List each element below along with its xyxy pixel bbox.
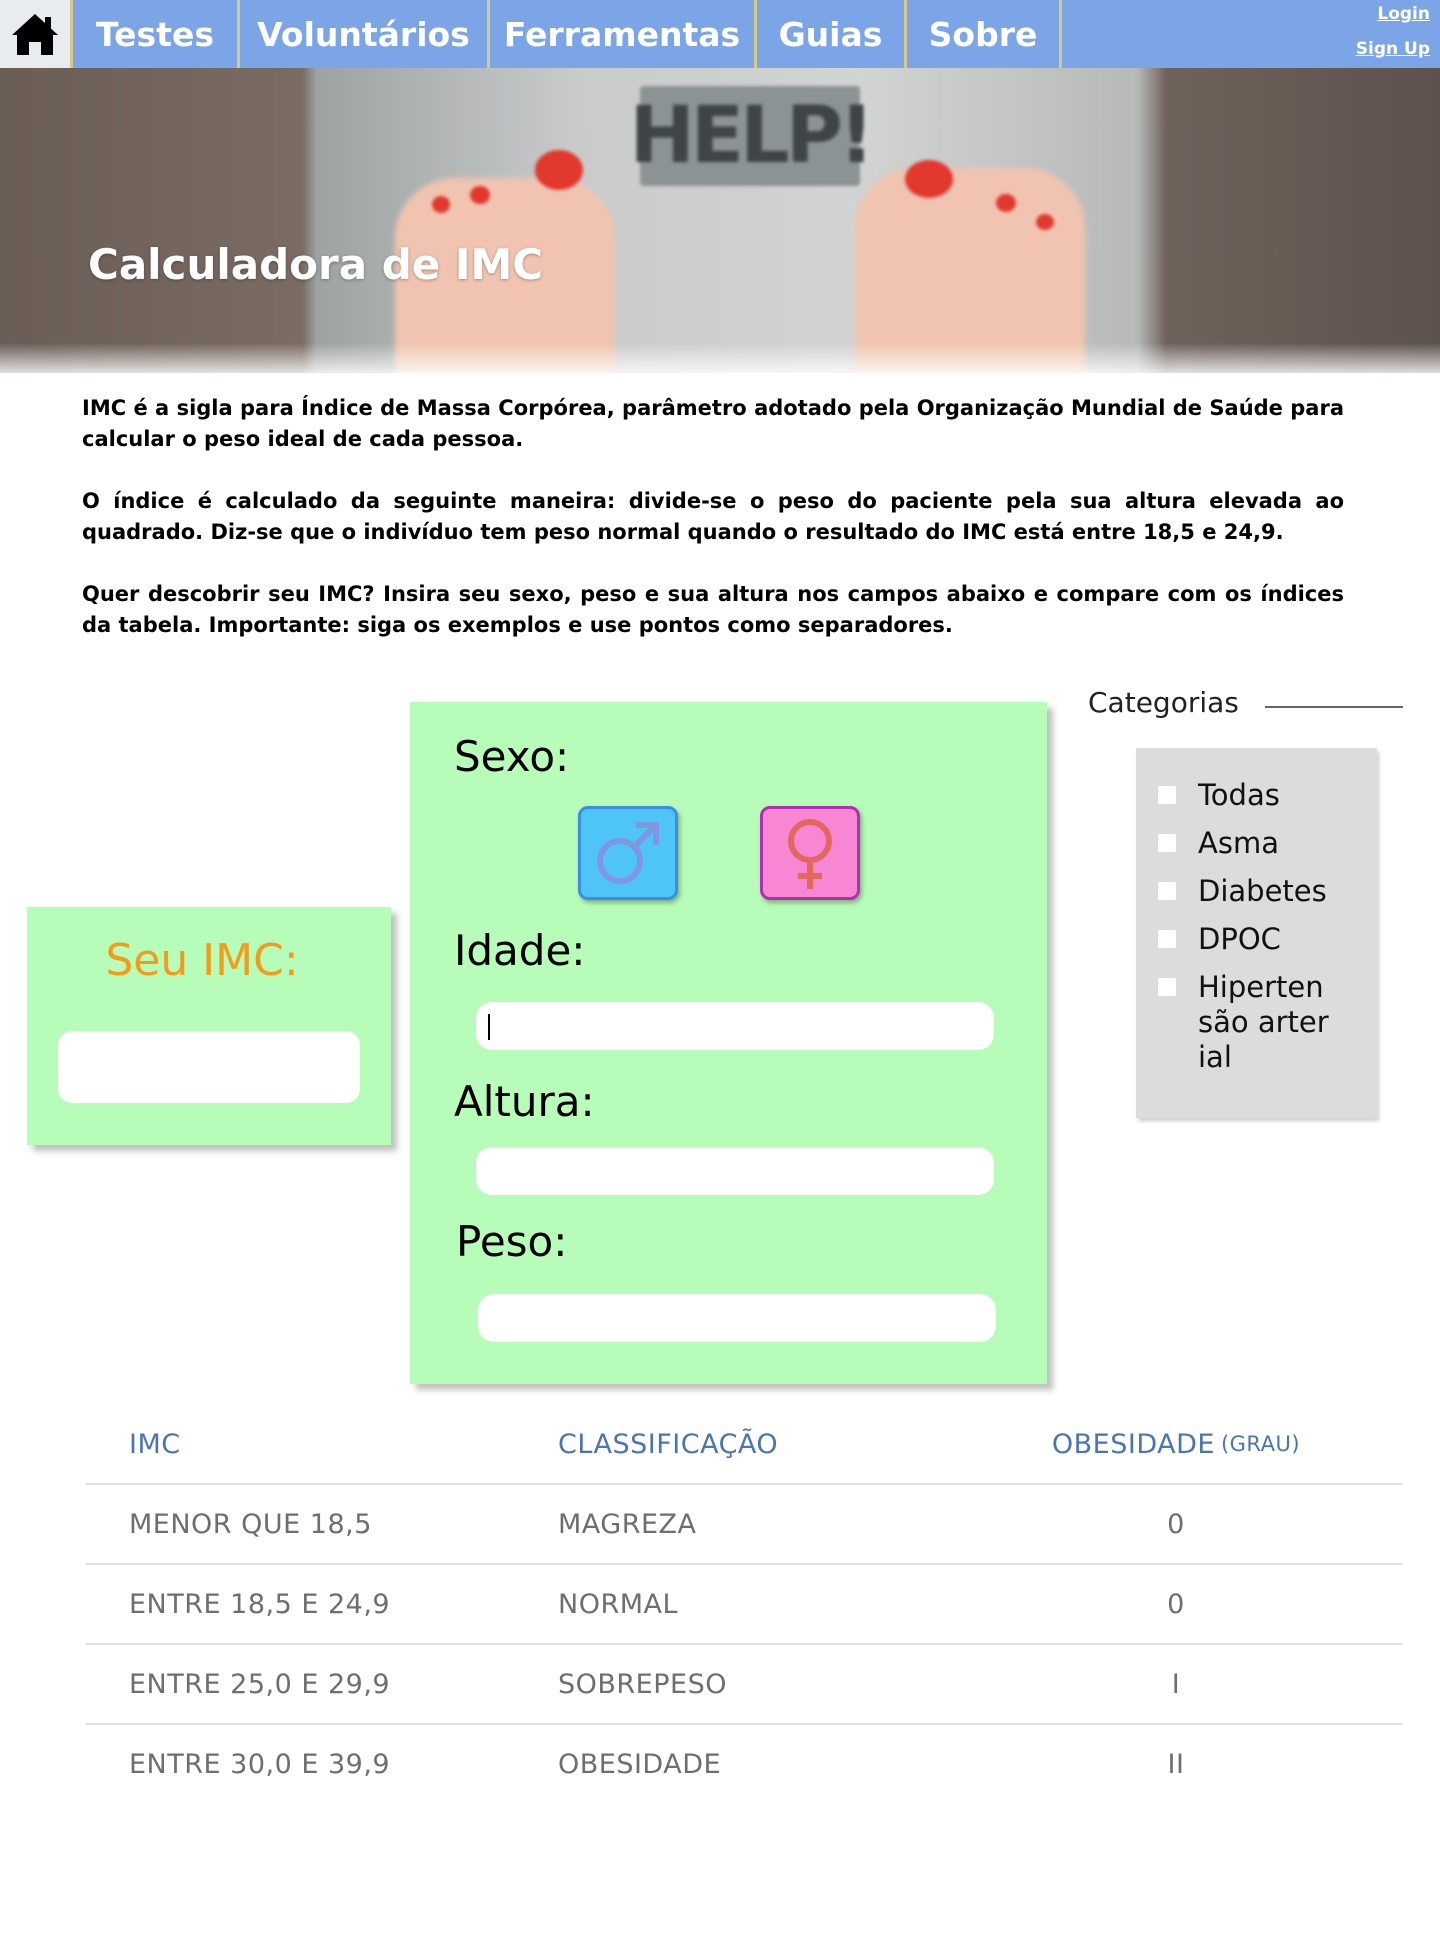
nav-item-ferramentas[interactable]: Ferramentas xyxy=(490,0,757,68)
category-label: Asma xyxy=(1198,826,1279,860)
age-label: Idade: xyxy=(454,926,586,975)
category-item-asma[interactable]: Asma xyxy=(1158,826,1348,861)
nav-label: Ferramentas xyxy=(503,14,741,54)
nav-item-voluntarios[interactable]: Voluntários xyxy=(240,0,490,68)
cell-classificacao: NORMAL xyxy=(558,1588,679,1620)
checkbox[interactable] xyxy=(1158,930,1176,948)
login-link[interactable]: Login xyxy=(1377,4,1430,24)
male-button[interactable] xyxy=(578,806,678,900)
cell-grau: 0 xyxy=(1167,1508,1185,1540)
cell-imc: ENTRE 18,5 E 24,9 xyxy=(129,1588,391,1620)
table-row: ENTRE 25,0 E 29,9 SOBREPESO I xyxy=(86,1645,1402,1725)
nav-label: Testes xyxy=(96,14,214,54)
table-row: ENTRE 18,5 E 24,9 NORMAL 0 xyxy=(86,1565,1402,1645)
category-item-hipertensao[interactable]: Hipertensão arterial xyxy=(1158,970,1333,1075)
toenail xyxy=(1036,214,1054,230)
cell-imc: ENTRE 25,0 E 29,9 xyxy=(129,1668,391,1700)
category-label: Hipertensão arterial xyxy=(1198,970,1329,1074)
cell-grau: I xyxy=(1171,1668,1181,1700)
category-label: DPOC xyxy=(1198,922,1281,956)
toenail xyxy=(905,160,953,198)
checkbox[interactable] xyxy=(1158,978,1176,996)
header-obesidade: OBESIDADE (GRAU) xyxy=(1046,1405,1306,1483)
female-button[interactable] xyxy=(760,806,860,900)
height-label: Altura: xyxy=(454,1077,595,1126)
nav-label: Sobre xyxy=(928,14,1038,54)
nav-label: Guias xyxy=(778,14,883,54)
nav-item-testes[interactable]: Testes xyxy=(73,0,240,68)
age-input[interactable] xyxy=(476,1002,994,1050)
cell-classificacao: SOBREPESO xyxy=(558,1668,727,1700)
cell-imc: ENTRE 30,0 E 39,9 xyxy=(129,1748,391,1780)
hero-fade xyxy=(0,343,1440,373)
result-value-field xyxy=(58,1031,360,1103)
checkbox[interactable] xyxy=(1158,786,1176,804)
nav-item-sobre[interactable]: Sobre xyxy=(907,0,1062,68)
categories-heading: Categorias xyxy=(1088,686,1239,719)
height-input[interactable] xyxy=(476,1147,994,1195)
category-item-todas[interactable]: Todas xyxy=(1158,778,1348,813)
signup-link[interactable]: Sign Up xyxy=(1356,39,1430,59)
nav-label: Voluntários xyxy=(257,14,470,54)
toenail xyxy=(535,150,583,190)
header-classificacao: CLASSIFICAÇÃO xyxy=(558,1428,779,1460)
bmi-calculator-form: Sexo: Idade: Altura: Peso: xyxy=(410,702,1047,1384)
weight-label: Peso: xyxy=(456,1217,568,1266)
categories-filter: Todas Asma Diabetes DPOC Hipertensão art… xyxy=(1136,748,1377,1118)
weight-input[interactable] xyxy=(478,1294,996,1342)
female-symbol-icon xyxy=(788,819,832,889)
sex-label: Sexo: xyxy=(454,732,570,781)
home-icon xyxy=(12,14,58,55)
category-item-diabetes[interactable]: Diabetes xyxy=(1158,874,1348,909)
header-grau-label: (GRAU) xyxy=(1220,1432,1301,1456)
checkbox[interactable] xyxy=(1158,834,1176,852)
text-cursor xyxy=(488,1014,490,1040)
hero-banner: HELP! Calculadora de IMC xyxy=(0,68,1440,373)
top-navigation: Testes Voluntários Ferramentas Guias Sob… xyxy=(0,0,1440,68)
scale-display: HELP! xyxy=(630,86,875,186)
category-label: Todas xyxy=(1198,778,1280,812)
page-title: Calculadora de IMC xyxy=(88,240,544,289)
toenail xyxy=(470,186,490,204)
bmi-result-panel: Seu IMC: xyxy=(27,907,391,1145)
table-row: MENOR QUE 18,5 MAGREZA 0 xyxy=(86,1485,1402,1565)
cell-grau: II xyxy=(1167,1748,1185,1780)
toenail xyxy=(432,196,450,213)
male-symbol-icon xyxy=(597,822,659,884)
cell-classificacao: OBESIDADE xyxy=(558,1748,722,1780)
cell-grau: 0 xyxy=(1167,1588,1185,1620)
bmi-reference-table: IMC CLASSIFICAÇÃO OBESIDADE (GRAU) MENOR… xyxy=(86,1405,1402,1803)
home-button[interactable] xyxy=(0,0,70,68)
toenail xyxy=(996,194,1016,212)
categories-divider xyxy=(1265,706,1403,708)
intro-paragraph-1: IMC é a sigla para Índice de Massa Corpó… xyxy=(82,396,1344,451)
header-imc: IMC xyxy=(129,1428,181,1460)
table-row: ENTRE 30,0 E 39,9 OBESIDADE II xyxy=(86,1725,1402,1803)
intro-paragraph-2: O índice é calculado da seguinte maneira… xyxy=(82,489,1344,544)
table-header-row: IMC CLASSIFICAÇÃO OBESIDADE (GRAU) xyxy=(86,1405,1402,1485)
result-title: Seu IMC: xyxy=(105,935,299,986)
cell-imc: MENOR QUE 18,5 xyxy=(129,1508,372,1540)
category-label: Diabetes xyxy=(1198,874,1327,908)
checkbox[interactable] xyxy=(1158,882,1176,900)
nav-item-guias[interactable]: Guias xyxy=(757,0,907,68)
cell-classificacao: MAGREZA xyxy=(558,1508,697,1540)
header-obesidade-label: OBESIDADE xyxy=(1051,1428,1215,1460)
intro-paragraph-3: Quer descobrir seu IMC? Insira seu sexo,… xyxy=(82,582,1344,637)
category-item-dpoc[interactable]: DPOC xyxy=(1158,922,1348,957)
